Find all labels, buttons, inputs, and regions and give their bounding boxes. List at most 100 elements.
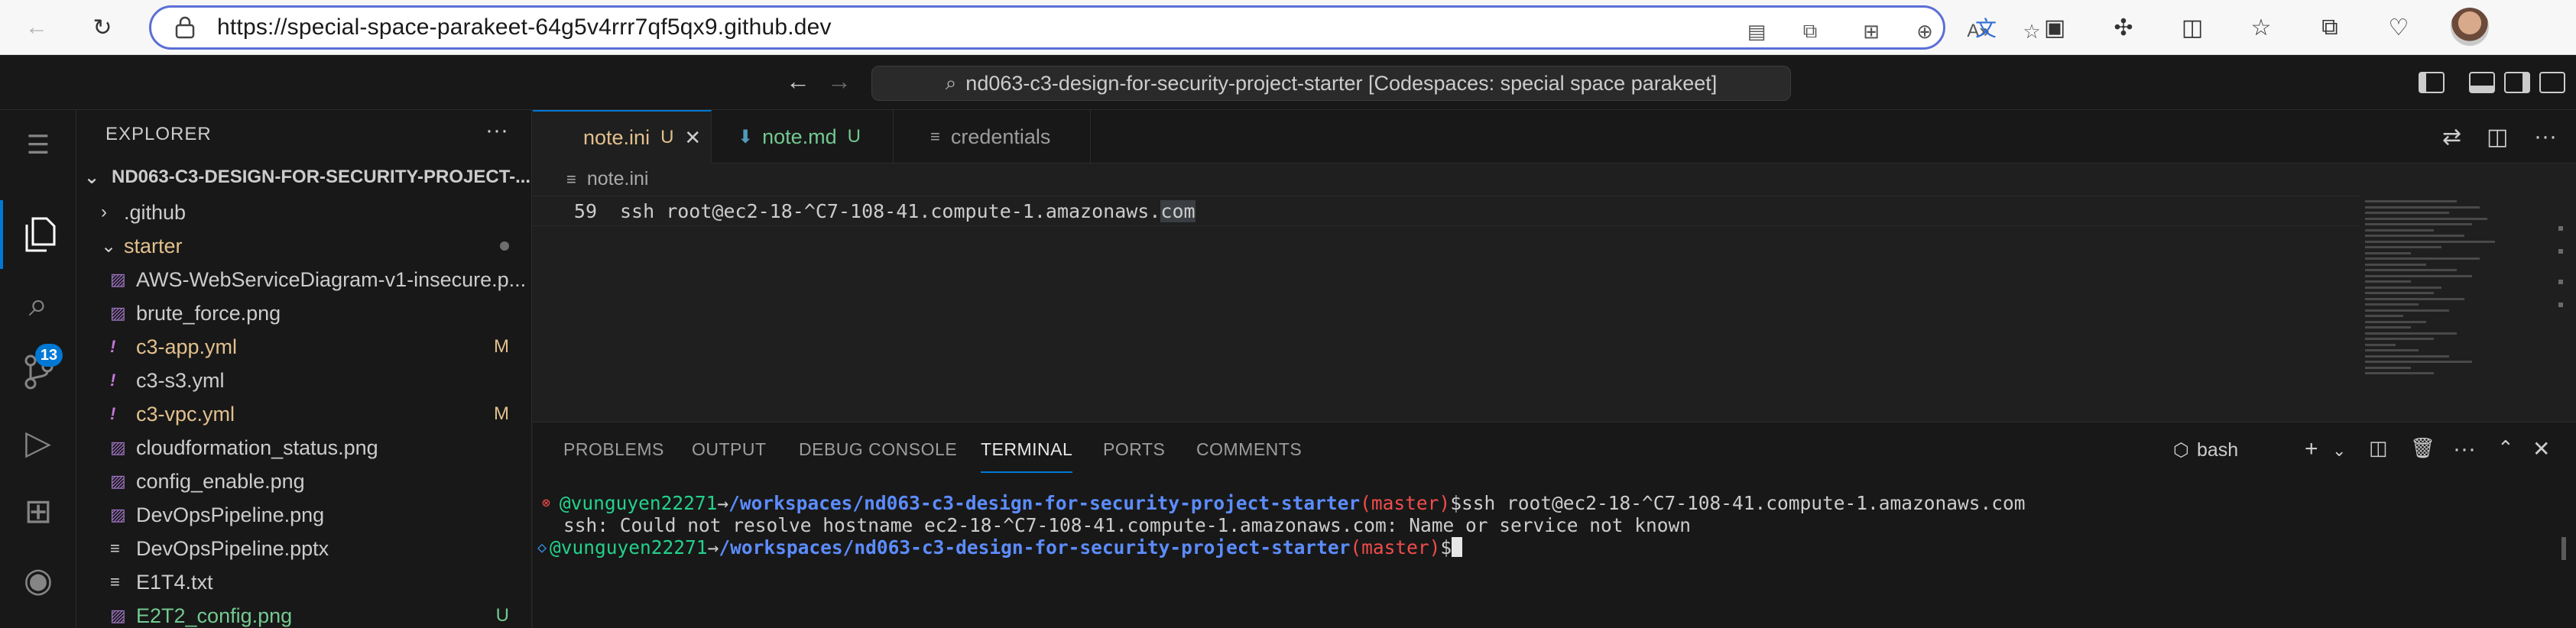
minimap-line	[2365, 269, 2457, 271]
terminal-arrow: →	[707, 536, 719, 558]
tab-note-md[interactable]: ⬇ note.md U	[712, 110, 894, 163]
text-file-icon: ≡	[930, 127, 940, 146]
extensions-icon[interactable]: ⊞	[0, 477, 76, 545]
tab-ports[interactable]: PORTS	[1103, 439, 1165, 473]
new-terminal-icon[interactable]: +	[2305, 436, 2318, 462]
split-editor-icon[interactable]: ◫	[2487, 124, 2508, 151]
code-text-main: ssh root@ec2-18-^C7-108-41.compute-1.ama…	[620, 199, 1161, 222]
add-extension-icon[interactable]: ⊕	[1909, 18, 1940, 45]
minimap-line	[2365, 212, 2449, 214]
breadcrumb[interactable]: ≡ note.ini	[566, 168, 648, 190]
minimap-line	[2365, 246, 2441, 248]
tab-credentials[interactable]: ≡ credentials	[894, 110, 1091, 163]
terminal-user: @vunguyen22271	[559, 491, 718, 514]
close-icon[interactable]: ✕	[2532, 436, 2550, 461]
tree-file[interactable]: ▨ cloudformation_status.png	[76, 431, 531, 465]
close-icon[interactable]: ✕	[684, 126, 701, 150]
chevron-down-icon[interactable]: ⌄	[2332, 441, 2346, 461]
browser-essentials-icon[interactable]: ♡	[2382, 11, 2415, 44]
nav-forward-icon[interactable]: →	[827, 67, 852, 95]
tab-debug-console[interactable]: DEBUG CONSOLE	[799, 439, 957, 473]
tab-comments[interactable]: COMMENTS	[1196, 439, 1302, 473]
bottom-panel: PROBLEMS OUTPUT DEBUG CONSOLE TERMINAL P…	[533, 422, 2576, 628]
project-name: ND063-C3-DESIGN-FOR-SECURITY-PROJECT-...	[112, 167, 531, 187]
tree-file[interactable]: ▨ E2T2_config.png U	[76, 599, 531, 628]
favorites-icon[interactable]: ☆	[2244, 11, 2278, 44]
trash-icon[interactable]: 🗑	[2410, 436, 2435, 460]
tree-file[interactable]: ▨ brute_force.png	[76, 296, 531, 330]
minimap-line	[2365, 206, 2480, 209]
reader-icon[interactable]: ▤	[1741, 18, 1772, 45]
address-bar[interactable]: https://special-space-parakeet-64g5v4rrr…	[149, 5, 2041, 50]
minimap[interactable]	[2365, 196, 2548, 387]
tree-file[interactable]: ▨ AWS-WebServiceDiagram-v1-insecure.p...	[76, 263, 531, 296]
editor-area: note.ini U ✕ ⬇ note.md U ≡ credentials ⇄…	[533, 110, 2576, 422]
command-center-text: nd063-c3-design-for-security-project-sta…	[965, 71, 1718, 95]
tab-output[interactable]: OUTPUT	[692, 439, 767, 473]
run-debug-icon[interactable]: ▷	[0, 408, 76, 477]
explorer-files-icon[interactable]	[0, 200, 76, 269]
terminal-path: /workspaces/nd063-c3-design-for-security…	[728, 491, 1361, 514]
tree-folder-github[interactable]: › .github	[76, 196, 531, 229]
picture-in-picture-icon[interactable]: ▣	[2038, 11, 2072, 44]
minimap-line	[2365, 235, 2464, 237]
minimap-line	[2365, 280, 2411, 283]
split-screen-icon[interactable]: ◫	[2175, 11, 2209, 44]
search-icon[interactable]: ⌕	[0, 270, 76, 339]
toggle-primary-sidebar-icon[interactable]	[2419, 72, 2445, 93]
github-icon[interactable]: ◉	[0, 545, 76, 614]
customize-layout-icon[interactable]	[2539, 72, 2565, 93]
tree-file[interactable]: ! c3-vpc.yml M	[76, 397, 531, 431]
apps-icon[interactable]: ⊞	[1856, 18, 1887, 45]
tree-file[interactable]: ▨ DevOpsPipeline.png	[76, 498, 531, 532]
browser-back-icon[interactable]: ←	[20, 11, 54, 44]
tree-file[interactable]: ! c3-s3.yml	[76, 364, 531, 397]
code-line[interactable]: 59 ssh root@ec2-18-^C7-108-41.compute-1.…	[533, 196, 2360, 226]
profile-avatar[interactable]	[2451, 8, 2489, 46]
terminal-shell-selector[interactable]: ⬡ bash	[2173, 439, 2238, 461]
tree-file[interactable]: ≡ E1T4.txt	[76, 565, 531, 599]
tab-note-ini[interactable]: note.ini U ✕	[533, 110, 712, 163]
extensions-icon[interactable]: ✣	[2107, 11, 2140, 44]
tree-file[interactable]: ≡ DevOpsPipeline.pptx	[76, 532, 531, 565]
project-root[interactable]: ⌄ ND063-C3-DESIGN-FOR-SECURITY-PROJECT-.…	[76, 160, 531, 194]
more-actions-icon[interactable]: ···	[2453, 436, 2476, 462]
command-center-search[interactable]: ⌕ nd063-c3-design-for-security-project-s…	[871, 66, 1791, 101]
editor-scrollbar[interactable]	[2557, 196, 2565, 387]
minimap-line	[2365, 372, 2434, 374]
lock-icon[interactable]	[174, 16, 196, 39]
more-actions-icon[interactable]: ···	[2534, 124, 2557, 150]
minimap-line	[2365, 200, 2457, 202]
split-terminal-icon[interactable]: ◫	[2369, 436, 2388, 460]
translate-icon[interactable]: 文	[1969, 11, 2003, 44]
terminal-scrollbar[interactable]	[2561, 537, 2566, 560]
toggle-panel-icon[interactable]	[2469, 72, 2495, 93]
explorer-sidebar: EXPLORER ··· ⌄ ND063-C3-DESIGN-FOR-SECUR…	[76, 110, 532, 628]
tree-file[interactable]: ! c3-app.yml M	[76, 330, 531, 364]
app-available-icon[interactable]: ⧉	[1795, 18, 1825, 45]
open-changes-icon[interactable]: ⇄	[2442, 124, 2461, 151]
menu-icon[interactable]: ☰	[0, 111, 76, 180]
tab-problems[interactable]: PROBLEMS	[563, 439, 664, 473]
terminal-branch-open: (	[1350, 536, 1362, 558]
maximize-panel-icon[interactable]: ⌃	[2497, 436, 2514, 460]
more-actions-icon[interactable]: ···	[485, 118, 508, 144]
text-file-icon: ≡	[566, 169, 576, 189]
collections-icon[interactable]: ⧉	[2313, 11, 2347, 44]
tab-terminal[interactable]: TERMINAL	[981, 439, 1073, 473]
nav-back-icon[interactable]: ←	[786, 67, 810, 95]
minimap-line	[2365, 251, 2411, 254]
minimap-line	[2365, 338, 2434, 340]
text-file-icon: ≡	[110, 572, 120, 591]
browser-refresh-icon[interactable]: ↻	[86, 11, 119, 44]
git-status-badge: M	[494, 403, 509, 424]
tree-folder-starter[interactable]: ⌄ starter	[76, 229, 531, 263]
code-text[interactable]: ssh root@ec2-18-^C7-108-41.compute-1.ama…	[620, 199, 1196, 222]
tab-label: credentials	[950, 125, 1051, 148]
tree-file[interactable]: ▨ config_enable.png	[76, 465, 531, 498]
activity-bar: ☰ ⌕ 13 ▷ ⊞ ◉	[0, 110, 76, 628]
tree-item-label: E1T4.txt	[136, 570, 213, 594]
tab-status: U	[847, 126, 861, 147]
toggle-secondary-sidebar-icon[interactable]	[2504, 72, 2530, 93]
image-file-icon: ▨	[110, 471, 126, 490]
